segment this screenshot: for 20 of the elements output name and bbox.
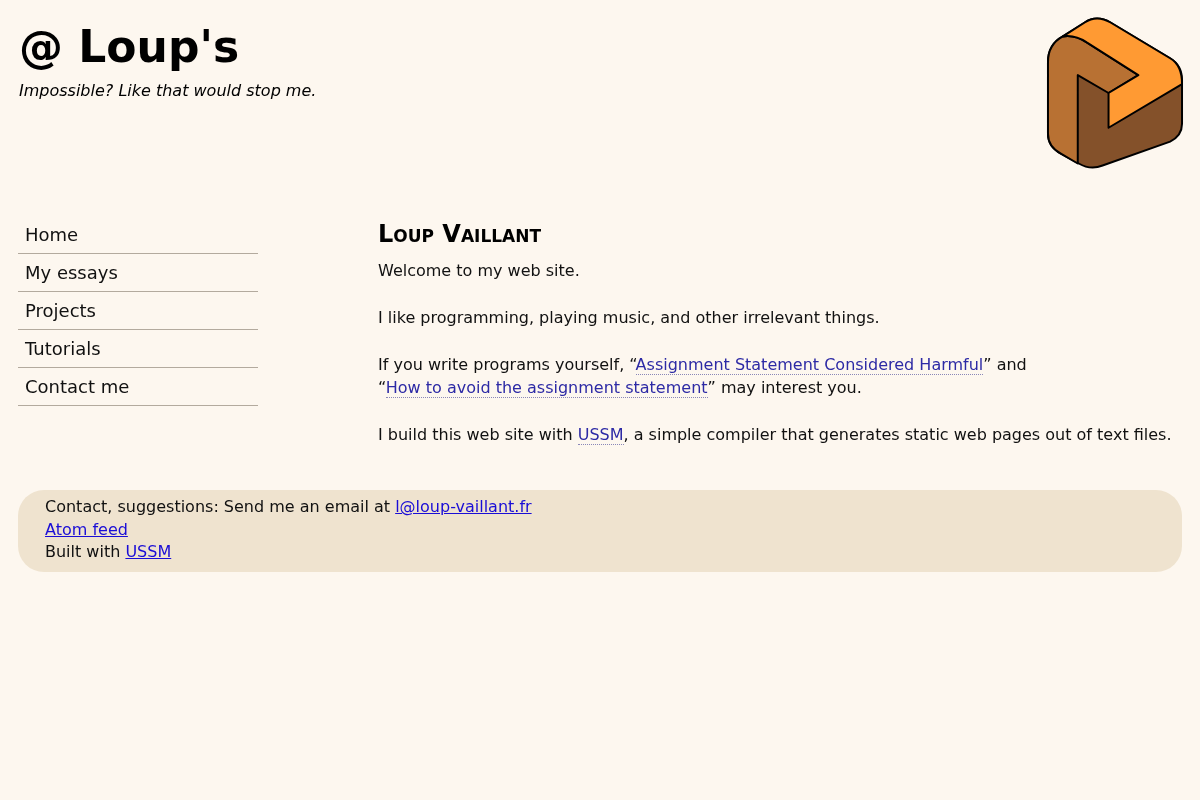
footer-text: Built with USSM xyxy=(45,542,172,561)
footer-link[interactable]: l@loup-vaillant.fr xyxy=(395,497,532,516)
site-title: @ Loup's xyxy=(19,21,241,73)
nav-link[interactable]: Home xyxy=(18,216,258,254)
body-paragraph: Welcome to my web site. xyxy=(378,260,581,282)
article-link[interactable]: How to avoid the assignment statement xyxy=(385,378,708,398)
article-link[interactable]: USSM xyxy=(577,425,624,445)
nav-link[interactable]: Contact me xyxy=(18,368,258,406)
page-heading: Loup Vaillant xyxy=(378,220,543,248)
article-link[interactable]: Assignment Statement Considered Harmful xyxy=(635,355,984,375)
footer-text: Contact, suggestions: Send me an email at l@loup-vaillant.fr xyxy=(45,497,532,516)
body-paragraph: I like programming, playing music, and other irrelevant things. xyxy=(378,307,881,329)
site-tagline: Impossible? Like that would stop me. xyxy=(19,81,317,101)
body-paragraph: If you write programs yourself, “Assignment Statement Considered Harmful” and “How to avoid the assignment statement” may interest you. xyxy=(378,354,1028,399)
footer-link[interactable]: Atom feed xyxy=(45,519,128,539)
nav-link[interactable]: My essays xyxy=(18,254,258,292)
body-paragraph: I build this web site with USSM, a simple compiler that generates static web pages out of text files. xyxy=(378,424,1173,446)
footer-link[interactable]: USSM xyxy=(125,542,172,561)
nav-link[interactable]: Tutorials xyxy=(18,330,258,368)
nav-link[interactable]: Projects xyxy=(18,292,258,330)
